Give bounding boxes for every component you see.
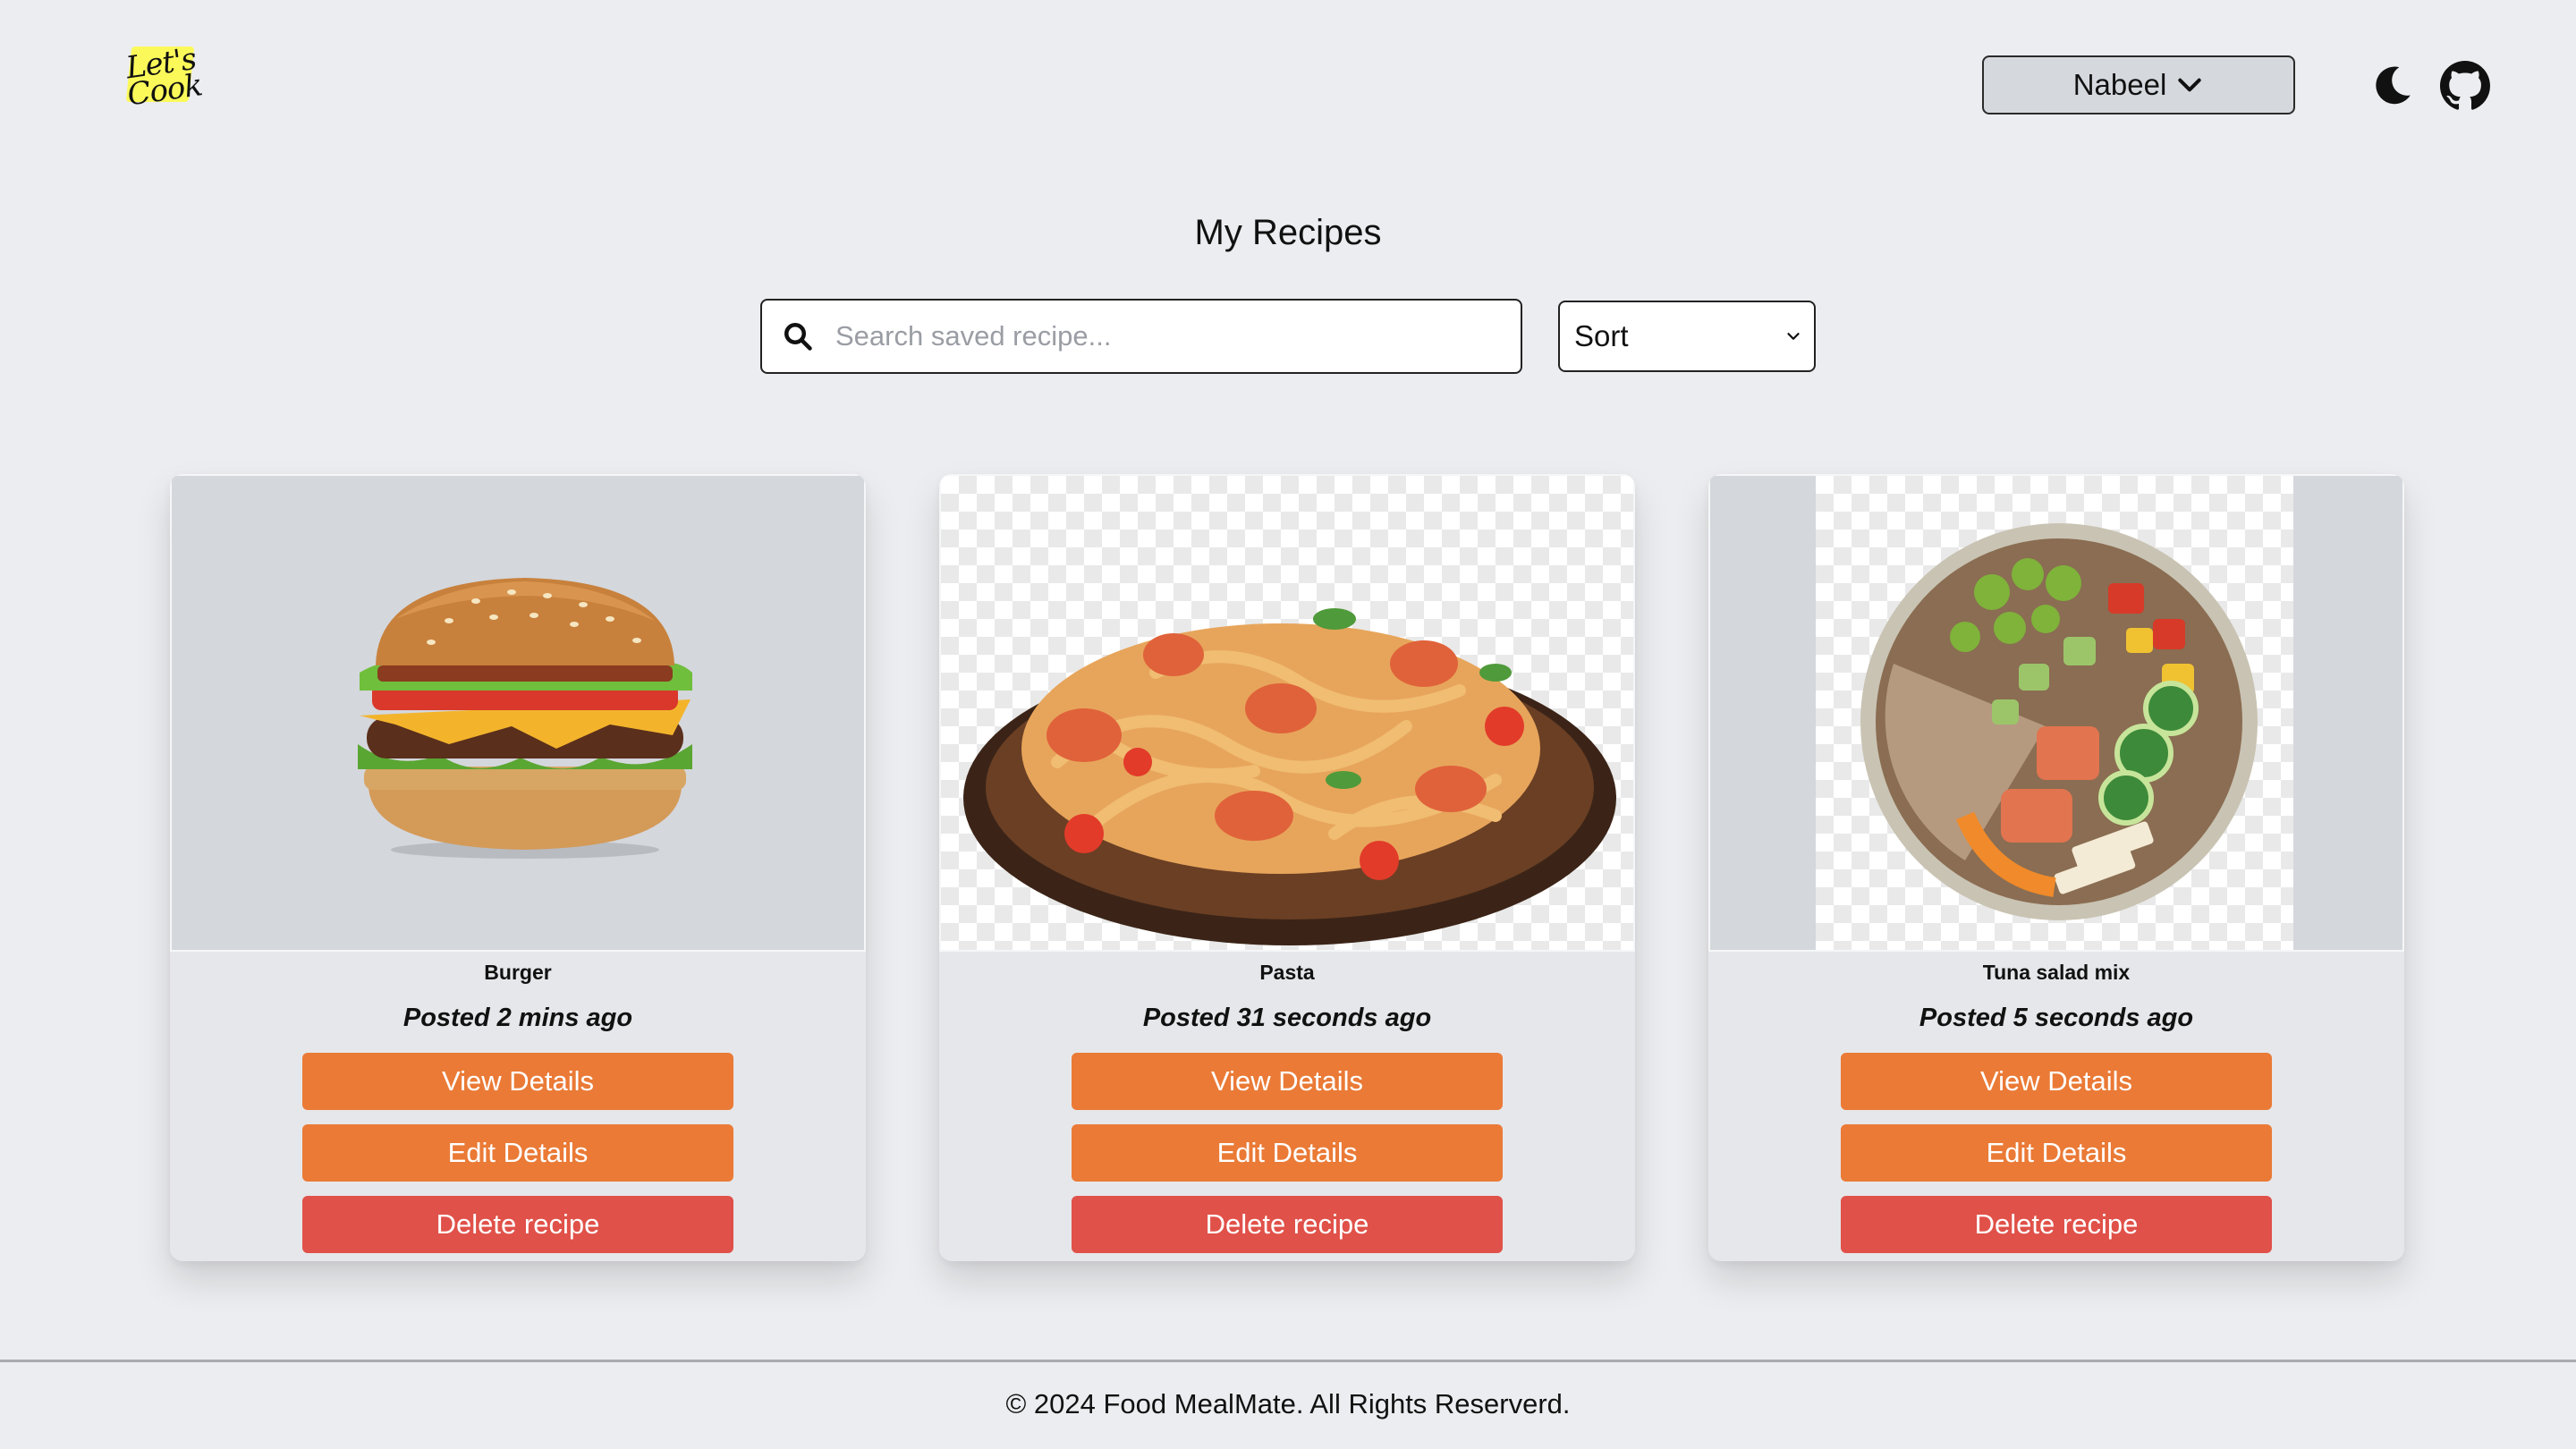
chevron-down-icon [1787,333,1800,340]
user-menu-button[interactable]: Nabeel [1982,55,2295,114]
edit-details-button[interactable]: Edit Details [1841,1124,2272,1182]
recipe-posted-time: Posted 5 seconds ago [1919,1004,2194,1032]
recipe-image-tuna-salad [1708,474,2404,952]
view-details-button[interactable]: View Details [1841,1053,2272,1110]
recipe-posted-time: Posted 31 seconds ago [1142,1004,1432,1032]
recipe-name: Pasta [1259,961,1315,984]
footer-copyright: © 2024 Food MealMate. All Rights Reserve… [1005,1388,1571,1419]
recipe-card: Pasta Posted 31 seconds ago View Details… [939,474,1635,1261]
recipe-name: Tuna salad mix [1982,961,2131,984]
sort-label: Sort [1574,319,1629,352]
recipe-card: Burger Posted 2 mins ago View Details Ed… [170,474,866,1261]
recipe-name: Burger [484,961,552,984]
chevron-down-icon [2178,78,2201,92]
logo-text: Let's Cook [123,40,205,114]
page-title: My Recipes [1194,213,1382,252]
edit-details-button[interactable]: Edit Details [302,1124,733,1182]
recipe-image-pasta [939,474,1635,952]
logo[interactable]: Let's Cook [116,40,209,114]
sort-select[interactable]: Sort [1558,301,1816,372]
user-name: Nabeel [2072,68,2167,101]
moon-icon[interactable] [2370,61,2415,109]
delete-recipe-button[interactable]: Delete recipe [1841,1196,2272,1253]
recipe-card: Tuna salad mix Posted 5 seconds ago View… [1708,474,2404,1261]
delete-recipe-button[interactable]: Delete recipe [1072,1196,1503,1253]
search-icon [784,323,812,351]
edit-details-button[interactable]: Edit Details [1072,1124,1503,1182]
view-details-button[interactable]: View Details [1072,1053,1503,1110]
view-details-button[interactable]: View Details [302,1053,733,1110]
search-box[interactable] [760,299,1522,374]
delete-recipe-button[interactable]: Delete recipe [302,1196,733,1253]
footer-divider [0,1360,2576,1362]
search-input[interactable] [834,319,1481,353]
recipe-posted-time: Posted 2 mins ago [402,1004,633,1032]
github-icon[interactable] [2440,61,2490,111]
recipe-image-burger [170,474,866,952]
